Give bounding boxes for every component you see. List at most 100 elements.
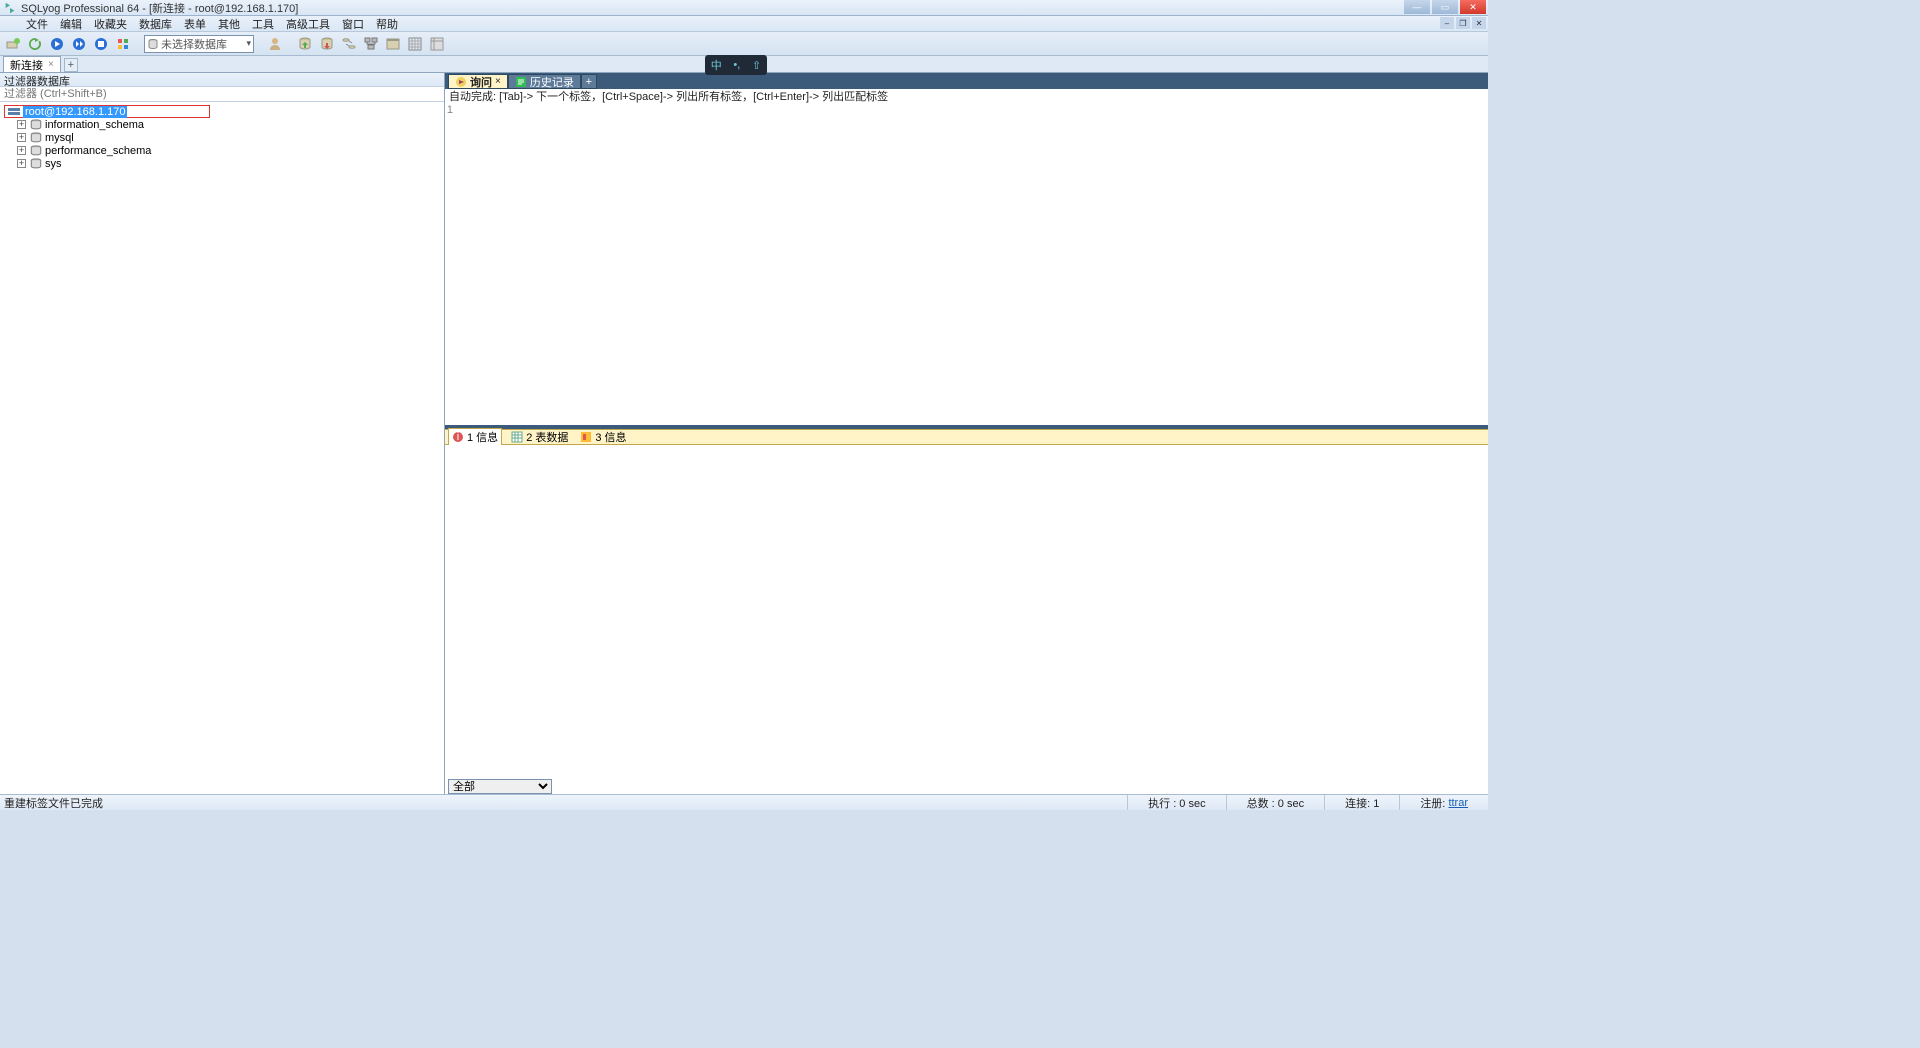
tab-history[interactable]: 历史记录 (508, 74, 581, 89)
refresh-button[interactable] (26, 35, 44, 53)
menu-window[interactable]: 窗口 (336, 16, 370, 32)
tree-db-node[interactable]: + performance_schema (4, 144, 440, 157)
tree-db-label: information_schema (45, 119, 144, 131)
toolbar: 未选择数据库 ▾ (0, 32, 1488, 56)
schema-designer-button[interactable] (384, 35, 402, 53)
sql-editor[interactable]: 1 (445, 103, 1488, 425)
expand-icon[interactable]: + (17, 159, 26, 168)
status-connections: 连接: 1 (1324, 795, 1399, 810)
status-registration: 注册: ttrar (1399, 795, 1488, 810)
query-icon (455, 76, 467, 88)
user-manager-button[interactable] (266, 35, 284, 53)
new-connection-button[interactable] (4, 35, 22, 53)
database-icon (29, 132, 43, 144)
export-button[interactable] (428, 35, 446, 53)
info-icon: i (452, 431, 464, 443)
mdi-controls: – ❐ ✕ (1440, 17, 1486, 29)
execute-explain-button[interactable] (92, 35, 110, 53)
database-icon (29, 158, 43, 170)
status-total-time: 总数 : 0 sec (1226, 795, 1324, 810)
close-tab-icon[interactable]: × (495, 76, 501, 87)
title-bar: SQLyog Professional 64 - [新连接 - root@192… (0, 0, 1488, 16)
mdi-minimize-button[interactable]: – (1440, 17, 1454, 29)
data-search-button[interactable] (406, 35, 424, 53)
filter-header: 过滤器数据库 (0, 73, 444, 87)
query-tabs: 询问 × 历史记录 + (445, 73, 1488, 89)
tree-db-label: mysql (45, 132, 74, 144)
menu-file[interactable]: 文件 (20, 16, 54, 32)
server-icon (7, 106, 21, 118)
query-builder-button[interactable] (362, 35, 380, 53)
ime-shift[interactable]: ⇧ (752, 59, 761, 72)
schema-sync-button[interactable] (340, 35, 358, 53)
backup-button[interactable] (296, 35, 314, 53)
restore-button[interactable] (318, 35, 336, 53)
tree-db-node[interactable]: + sys (4, 157, 440, 170)
database-icon (29, 145, 43, 157)
window-title: SQLyog Professional 64 - [新连接 - root@192… (21, 0, 298, 16)
query-pane: 询问 × 历史记录 + 自动完成: [Tab]-> 下一个标签，[Ctrl+Sp… (445, 73, 1488, 794)
execute-query-button[interactable] (48, 35, 66, 53)
filter-input[interactable] (4, 88, 440, 100)
database-icon (147, 38, 159, 50)
database-tree[interactable]: root@192.168.1.170 + information_schema … (0, 102, 444, 794)
result-tabs: i 1 信息 2 表数据 3 信息 (445, 429, 1488, 445)
expand-icon[interactable]: + (17, 146, 26, 155)
menu-powertools[interactable]: 高级工具 (280, 16, 336, 32)
editor-content[interactable] (455, 103, 1488, 425)
menu-help[interactable]: 帮助 (370, 16, 404, 32)
tab-tabledata-label: 2 表数据 (526, 429, 568, 445)
expand-icon[interactable]: + (17, 133, 26, 142)
minimize-button[interactable]: — (1404, 0, 1430, 14)
result-bottom-bar: 全部 (445, 778, 1488, 794)
menu-favorites[interactable]: 收藏夹 (88, 16, 133, 32)
connection-tab[interactable]: 新连接 × (3, 56, 61, 72)
format-query-button[interactable] (114, 35, 132, 53)
tree-db-node[interactable]: + mysql (4, 131, 440, 144)
tree-root-label: root@192.168.1.170 (23, 106, 127, 118)
tab-messages[interactable]: i 1 信息 (448, 428, 502, 446)
menu-bar: 文件 编辑 收藏夹 数据库 表单 其他 工具 高级工具 窗口 帮助 – ❐ ✕ (0, 16, 1488, 32)
menu-database[interactable]: 数据库 (133, 16, 178, 32)
menu-tools[interactable]: 工具 (246, 16, 280, 32)
ime-lang[interactable]: 中 (711, 57, 722, 73)
status-message: 重建标签文件已完成 (0, 795, 1127, 811)
autocomplete-hint: 自动完成: [Tab]-> 下一个标签，[Ctrl+Space]-> 列出所有标… (445, 89, 1488, 103)
close-tab-icon[interactable]: × (48, 59, 54, 70)
registration-link[interactable]: ttrar (1448, 797, 1468, 809)
maximize-button[interactable]: ▭ (1432, 0, 1458, 14)
history-icon (515, 76, 527, 88)
tab-info-label: 3 信息 (595, 429, 626, 445)
tree-db-label: sys (45, 158, 62, 170)
status-exec-time: 执行 : 0 sec (1127, 795, 1225, 810)
status-bar: 重建标签文件已完成 执行 : 0 sec 总数 : 0 sec 连接: 1 注册… (0, 794, 1488, 810)
ime-toolbar[interactable]: 中 •, ⇧ (705, 55, 767, 75)
filter-input-wrap (0, 87, 444, 102)
result-filter-select[interactable]: 全部 (448, 779, 552, 794)
workspace: 过滤器数据库 root@192.168.1.170 + information_… (0, 73, 1488, 794)
expand-icon[interactable]: + (17, 120, 26, 129)
tree-root-node[interactable]: root@192.168.1.170 (4, 105, 210, 118)
menu-edit[interactable]: 编辑 (54, 16, 88, 32)
close-button[interactable]: ✕ (1460, 0, 1486, 14)
tree-db-node[interactable]: + information_schema (4, 118, 440, 131)
window-controls: — ▭ ✕ (1402, 0, 1486, 14)
add-query-tab-button[interactable]: + (581, 74, 597, 89)
menu-other[interactable]: 其他 (212, 16, 246, 32)
mdi-restore-button[interactable]: ❐ (1456, 17, 1470, 29)
tab-messages-label: 1 信息 (467, 429, 498, 445)
mdi-close-button[interactable]: ✕ (1472, 17, 1486, 29)
tab-query[interactable]: 询问 × (448, 74, 508, 89)
ime-punct[interactable]: •, (733, 59, 740, 71)
chevron-down-icon: ▾ (246, 38, 251, 49)
menu-table[interactable]: 表单 (178, 16, 212, 32)
database-selector[interactable]: 未选择数据库 ▾ (144, 35, 254, 53)
tab-info[interactable]: 3 信息 (577, 429, 629, 445)
database-icon (29, 119, 43, 131)
svg-text:i: i (457, 431, 459, 443)
mdi-system-icon[interactable] (4, 18, 16, 30)
line-gutter: 1 (445, 103, 455, 425)
tab-tabledata[interactable]: 2 表数据 (508, 429, 571, 445)
execute-all-button[interactable] (70, 35, 88, 53)
add-connection-button[interactable]: + (64, 58, 78, 72)
